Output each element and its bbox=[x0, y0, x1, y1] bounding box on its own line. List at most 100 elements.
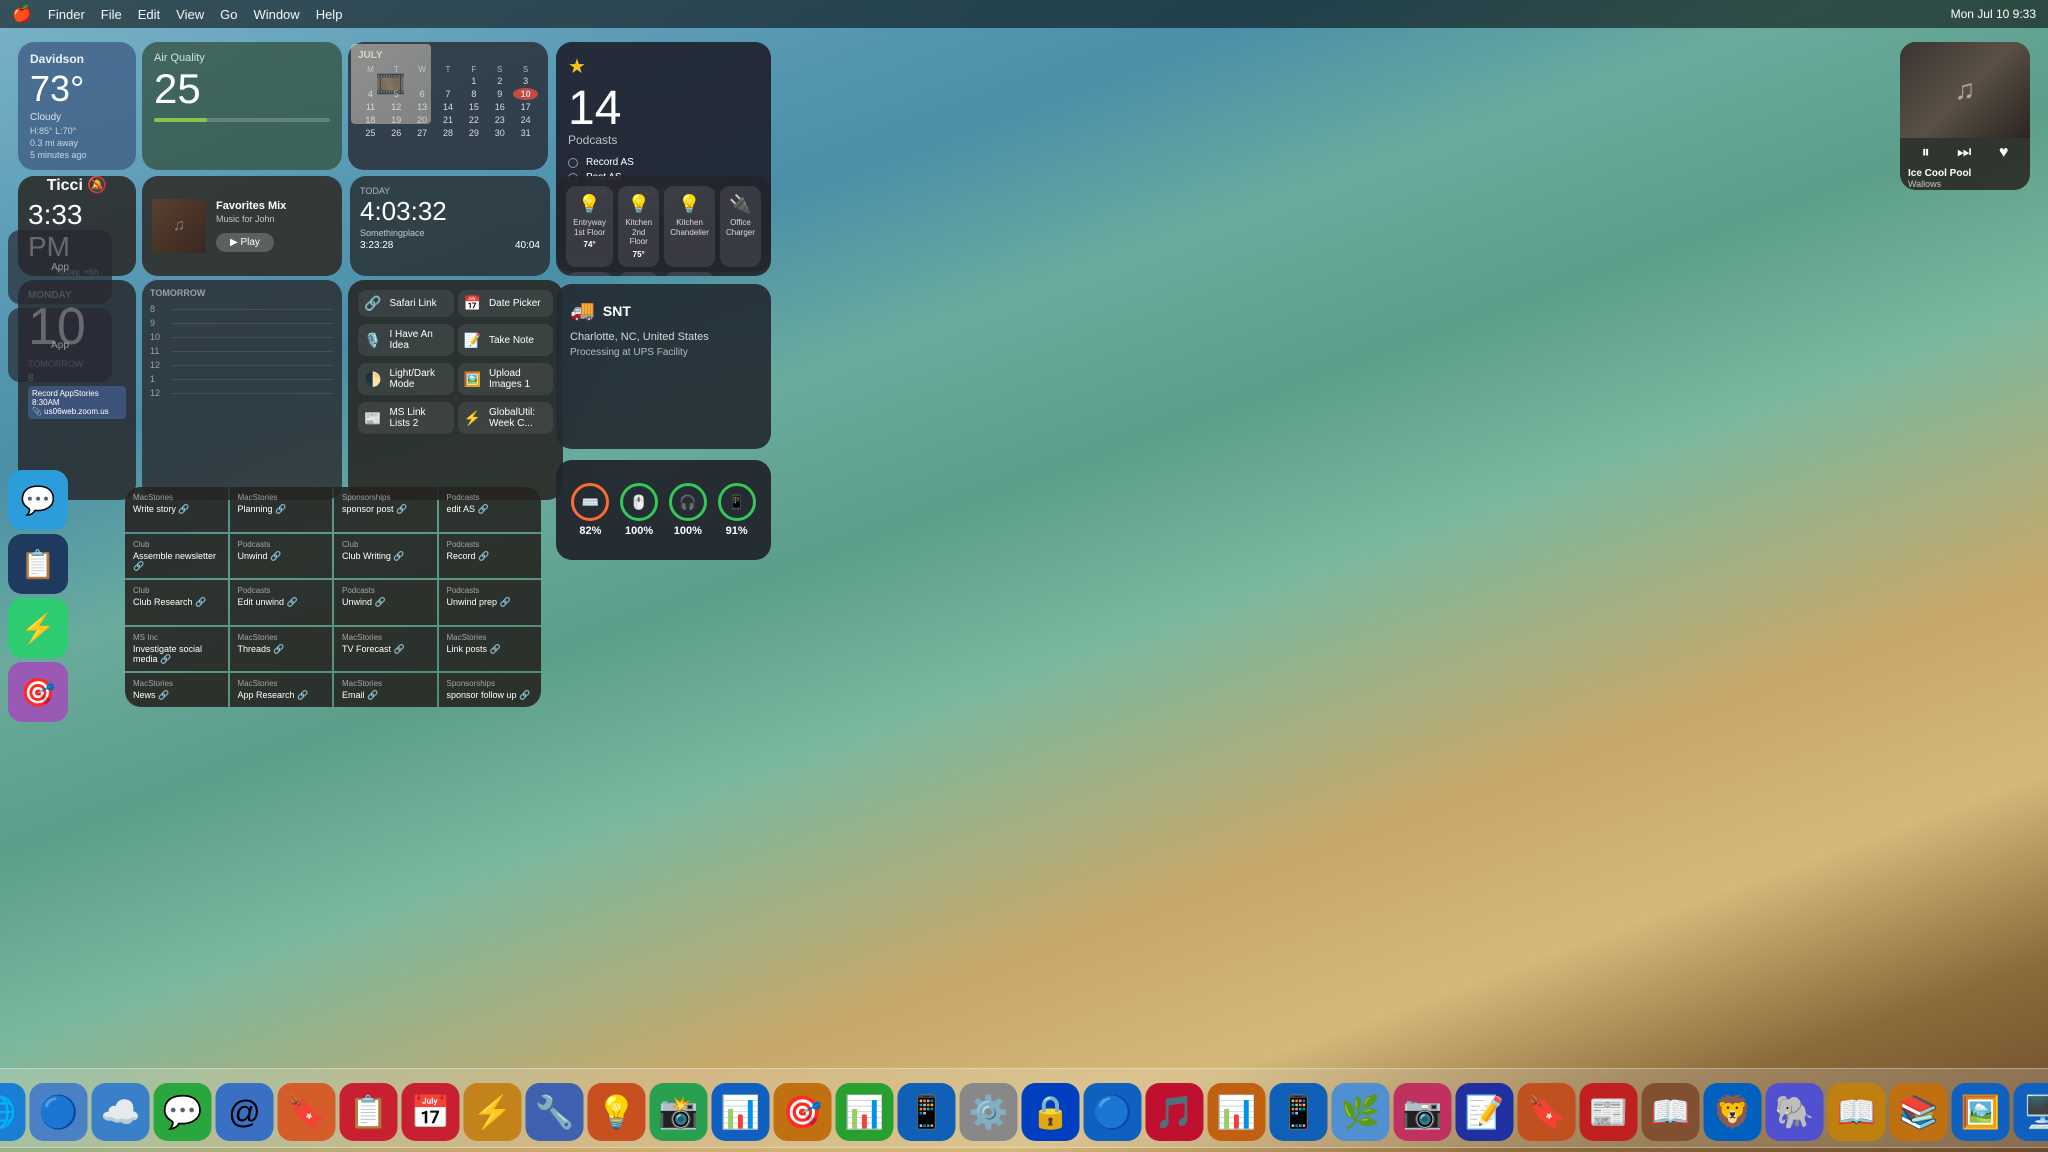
dock-tasks[interactable]: 📊 bbox=[712, 1083, 770, 1141]
task-cell-2[interactable]: Sponsorshipssponsor post 🔗 bbox=[334, 487, 437, 532]
task-cell-3[interactable]: Podcastsedit AS 🔗 bbox=[439, 487, 542, 532]
shortcut-date-picker[interactable]: 📅Date Picker bbox=[458, 290, 554, 317]
thumbnail-2[interactable]: App bbox=[8, 308, 112, 382]
menubar-go[interactable]: Go bbox=[220, 7, 237, 22]
dock-notebooks[interactable]: 📖 bbox=[1642, 1083, 1700, 1141]
calendar-icon: 📅 bbox=[464, 295, 481, 312]
dock-messages[interactable]: 💬 bbox=[154, 1083, 212, 1141]
dock-screenium[interactable]: 📸 bbox=[650, 1083, 708, 1141]
shortcut-take-note[interactable]: 📝Take Note bbox=[458, 324, 554, 356]
task-cell-6[interactable]: ClubClub Writing 🔗 bbox=[334, 534, 437, 579]
task-cell-12[interactable]: MS IncInvestigate social media 🔗 bbox=[125, 627, 228, 672]
dock-tempi[interactable]: 🔵 bbox=[30, 1083, 88, 1141]
dock-goodlinks2[interactable]: 🔖 bbox=[1518, 1083, 1576, 1141]
dock-mela[interactable]: 🦁 bbox=[1704, 1083, 1762, 1141]
task-cell-15[interactable]: MacStoriesLink posts 🔗 bbox=[439, 627, 542, 672]
dock-sysprefs[interactable]: ⚙️ bbox=[960, 1083, 1018, 1141]
heart-button[interactable]: ♥ bbox=[1999, 144, 2009, 162]
dock-goodlinks[interactable]: 🔖 bbox=[278, 1083, 336, 1141]
task-cell-9[interactable]: PodcastsEdit unwind 🔗 bbox=[230, 580, 333, 625]
list-icon: 📰 bbox=[364, 410, 381, 427]
shortcut-ms-link[interactable]: 📰MS Link Lists 2 bbox=[358, 402, 454, 434]
messages-app-icon[interactable]: 💬 bbox=[8, 470, 68, 530]
sh-chandelier[interactable]: 💡KitchenChandelier bbox=[664, 186, 715, 267]
dock-1password[interactable]: 🔒 bbox=[1022, 1083, 1080, 1141]
task-cell-5[interactable]: PodcastsUnwind 🔗 bbox=[230, 534, 333, 579]
dock-safari[interactable]: 🌐 bbox=[0, 1083, 26, 1141]
dock-shortcuts[interactable]: 💡 bbox=[588, 1083, 646, 1141]
task-cell-10[interactable]: PodcastsUnwind 🔗 bbox=[334, 580, 437, 625]
battery-mouse: 🖱️ 100% bbox=[620, 483, 658, 537]
shortcuts-widget: 🔗Safari Link 📅Date Picker 🎙️I Have An Id… bbox=[348, 280, 563, 500]
dock-music[interactable]: 🎵 bbox=[1146, 1083, 1204, 1141]
dock-pockity[interactable]: 🎯 bbox=[774, 1083, 832, 1141]
sh-printer[interactable]: 🖨️OfficePrinter bbox=[618, 272, 659, 276]
task-cell-0[interactable]: MacStoriesWrite story 🔗 bbox=[125, 487, 228, 532]
dock-mastodon[interactable]: 🐘 bbox=[1766, 1083, 1824, 1141]
menubar-app-name[interactable]: Finder bbox=[48, 7, 85, 22]
mouse-icon: 🖱️ bbox=[620, 483, 658, 521]
shortcut-global-util[interactable]: ⚡GlobalUtil: Week C... bbox=[458, 402, 554, 434]
dock-toolbox[interactable]: 🔧 bbox=[526, 1083, 584, 1141]
task-cell-8[interactable]: ClubClub Research 🔗 bbox=[125, 580, 228, 625]
dock-reeder[interactable]: ⚡ bbox=[464, 1083, 522, 1141]
shortcut-upload-images[interactable]: 🖼️Upload Images 1 bbox=[458, 363, 554, 395]
sh-workday[interactable]: 💼Workday bbox=[664, 272, 715, 276]
dock-icloud[interactable]: ☁️ bbox=[92, 1083, 150, 1141]
podcast-option-1[interactable]: Record AS bbox=[568, 157, 759, 168]
dock-mimestream[interactable]: @ bbox=[216, 1083, 274, 1141]
dock-screenshot[interactable]: 🖥️ bbox=[2014, 1083, 2048, 1141]
things-app-icon[interactable]: 🎯 bbox=[8, 662, 68, 722]
task-cell-1[interactable]: MacStoriesPlanning 🔗 bbox=[230, 487, 333, 532]
dock-craft[interactable]: 📝 bbox=[1456, 1083, 1514, 1141]
dock-reeder5[interactable]: 📰 bbox=[1580, 1083, 1638, 1141]
dock-reminders[interactable]: 📋 bbox=[340, 1083, 398, 1141]
charger-icon: 🔌 bbox=[729, 194, 751, 215]
sh-overhead[interactable]: 💡OfficeOverhead bbox=[566, 272, 613, 276]
dock-outlook[interactable]: 🔵 bbox=[1084, 1083, 1142, 1141]
timer-time3: 40:04 bbox=[515, 240, 540, 251]
menubar-help[interactable]: Help bbox=[316, 7, 343, 22]
task-cell-16[interactable]: MacStoriesNews 🔗 bbox=[125, 673, 228, 707]
next-button[interactable]: ⏭ bbox=[1957, 144, 1971, 162]
now-playing-controls[interactable]: ⏸ ⏭ ♥ bbox=[1900, 138, 2030, 168]
dock-charts[interactable]: 📊 bbox=[1208, 1083, 1266, 1141]
smarthome-widget: 💡Entryway1st Floor74° 💡Kitchen2nd Floor7… bbox=[556, 176, 771, 276]
ticci-name: Ticci 🔕 bbox=[47, 176, 108, 195]
pause-button[interactable]: ⏸ bbox=[1922, 144, 1930, 162]
dock-numbers[interactable]: 📊 bbox=[836, 1083, 894, 1141]
music-subtitle: Music for John bbox=[216, 214, 332, 224]
sh-kitchen[interactable]: 💡Kitchen2nd Floor75° bbox=[618, 186, 659, 267]
ups-location: Charlotte, NC, United States bbox=[570, 331, 757, 343]
menubar-view[interactable]: View bbox=[176, 7, 204, 22]
dock-readwise[interactable]: 📖 bbox=[1828, 1083, 1886, 1141]
dock-lungo[interactable]: 🌿 bbox=[1332, 1083, 1390, 1141]
music-play-button[interactable]: ▶ Play bbox=[216, 233, 274, 252]
sh-charger[interactable]: 🔌OfficeCharger bbox=[720, 186, 761, 267]
menubar-edit[interactable]: Edit bbox=[138, 7, 160, 22]
menubar-window[interactable]: Window bbox=[253, 7, 299, 22]
reminders-app-icon[interactable]: 📋 bbox=[8, 534, 68, 594]
dock-books[interactable]: 📚 bbox=[1890, 1083, 1948, 1141]
task-cell-17[interactable]: MacStoriesApp Research 🔗 bbox=[230, 673, 333, 707]
apple-menu[interactable]: 🍎 bbox=[12, 4, 32, 24]
dock-calendar[interactable]: 📅 bbox=[402, 1083, 460, 1141]
dock-instagram[interactable]: 📷 bbox=[1394, 1083, 1452, 1141]
task-cell-11[interactable]: PodcastsUnwind prep 🔗 bbox=[439, 580, 542, 625]
shortcut-safari-link[interactable]: 🔗Safari Link bbox=[358, 290, 454, 317]
task-cell-14[interactable]: MacStoriesTV Forecast 🔗 bbox=[334, 627, 437, 672]
shortcuts-app-icon[interactable]: ⚡ bbox=[8, 598, 68, 658]
menubar-file[interactable]: File bbox=[101, 7, 122, 22]
task-cell-4[interactable]: ClubAssemble newsletter 🔗 bbox=[125, 534, 228, 579]
dock-simulator[interactable]: 📱 bbox=[898, 1083, 956, 1141]
thumbnail-1[interactable]: App bbox=[8, 230, 112, 304]
shortcut-light-dark[interactable]: 🌓Light/Dark Mode bbox=[358, 363, 454, 395]
task-cell-7[interactable]: PodcastsRecord 🔗 bbox=[439, 534, 542, 579]
dock-testflight[interactable]: 📱 bbox=[1270, 1083, 1328, 1141]
dock-preview[interactable]: 🖼️ bbox=[1952, 1083, 2010, 1141]
shortcut-idea[interactable]: 🎙️I Have An Idea bbox=[358, 324, 454, 356]
task-cell-19[interactable]: Sponsorshipssponsor follow up 🔗 bbox=[439, 673, 542, 707]
sh-entryway[interactable]: 💡Entryway1st Floor74° bbox=[566, 186, 613, 267]
task-cell-13[interactable]: MacStoriesThreads 🔗 bbox=[230, 627, 333, 672]
task-cell-18[interactable]: MacStoriesEmail 🔗 bbox=[334, 673, 437, 707]
